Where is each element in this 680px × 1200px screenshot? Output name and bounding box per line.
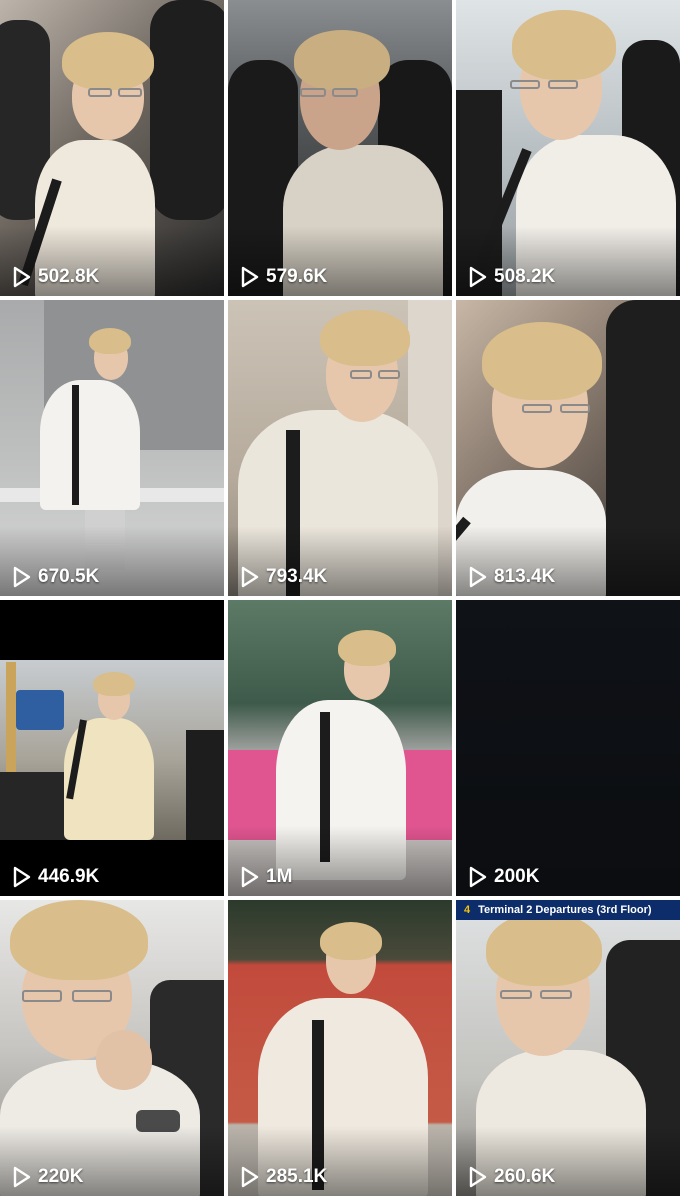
play-icon: [13, 866, 31, 888]
thumbnail-image: [228, 900, 452, 1196]
video-thumbnail[interactable]: 1M: [228, 600, 452, 896]
play-icon: [241, 266, 259, 288]
view-count-label: 285.1K: [266, 1166, 328, 1187]
video-thumbnail[interactable]: 446.9K: [0, 600, 224, 896]
terminal-sign: 4 Terminal 2 Departures (3rd Floor): [456, 900, 680, 920]
video-thumbnail[interactable]: 670.5K: [0, 300, 224, 596]
play-icon: [13, 1166, 31, 1188]
thumbnail-image: [228, 0, 452, 296]
view-count: 285.1K: [240, 1166, 327, 1188]
view-count-label: 502.8K: [38, 266, 100, 287]
thumbnail-image: [0, 600, 224, 896]
thumbnail-image: [228, 600, 452, 896]
video-thumbnail[interactable]: 502.8K: [0, 0, 224, 296]
gate-number: 4: [464, 904, 471, 916]
view-count: 446.9K: [12, 866, 99, 888]
view-count-label: 260.6K: [494, 1166, 556, 1187]
play-icon: [13, 566, 31, 588]
play-icon: [469, 1166, 487, 1188]
thumbnail-image: [456, 0, 680, 296]
thumbnail-image: [0, 900, 224, 1196]
view-count: 813.4K: [468, 566, 555, 588]
sign-text: Terminal 2 Departures (3rd Floor): [478, 904, 652, 916]
play-icon: [241, 1166, 259, 1188]
video-grid: 502.8K 579.6K 508.2K 670.5K 793.4K 813.4…: [0, 0, 680, 1200]
play-icon: [241, 566, 259, 588]
view-count: 502.8K: [12, 266, 99, 288]
video-thumbnail[interactable]: 285.1K: [228, 900, 452, 1196]
view-count: 220K: [12, 1166, 83, 1188]
video-thumbnail[interactable]: 793.4K: [228, 300, 452, 596]
play-icon: [469, 266, 487, 288]
video-thumbnail[interactable]: 4 Terminal 2 Departures (3rd Floor) 260.…: [456, 900, 680, 1196]
view-count-label: 508.2K: [494, 266, 556, 287]
view-count: 670.5K: [12, 566, 99, 588]
view-count: 1M: [240, 866, 292, 888]
thumbnail-image: [456, 300, 680, 596]
view-count: 260.6K: [468, 1166, 555, 1188]
thumbnail-image: 4 Terminal 2 Departures (3rd Floor): [456, 900, 680, 1196]
thumbnail-image: [0, 0, 224, 296]
view-count-label: 446.9K: [38, 866, 100, 887]
video-thumbnail[interactable]: 579.6K: [228, 0, 452, 296]
view-count: 793.4K: [240, 566, 327, 588]
play-icon: [13, 266, 31, 288]
view-count-label: 220K: [38, 1166, 84, 1187]
view-count-label: 200K: [494, 866, 540, 887]
view-count: 200K: [468, 866, 539, 888]
thumbnail-image: [0, 300, 224, 596]
video-thumbnail[interactable]: 220K: [0, 900, 224, 1196]
view-count-label: 793.4K: [266, 566, 328, 587]
thumbnail-image: [456, 600, 680, 896]
play-icon: [469, 566, 487, 588]
video-thumbnail[interactable]: 200K: [456, 600, 680, 896]
view-count: 508.2K: [468, 266, 555, 288]
video-thumbnail[interactable]: 508.2K: [456, 0, 680, 296]
view-count-label: 1M: [266, 866, 293, 887]
play-icon: [241, 866, 259, 888]
video-thumbnail[interactable]: 813.4K: [456, 300, 680, 596]
view-count-label: 670.5K: [38, 566, 100, 587]
view-count-label: 579.6K: [266, 266, 328, 287]
thumbnail-image: [228, 300, 452, 596]
play-icon: [469, 866, 487, 888]
view-count: 579.6K: [240, 266, 327, 288]
view-count-label: 813.4K: [494, 566, 556, 587]
